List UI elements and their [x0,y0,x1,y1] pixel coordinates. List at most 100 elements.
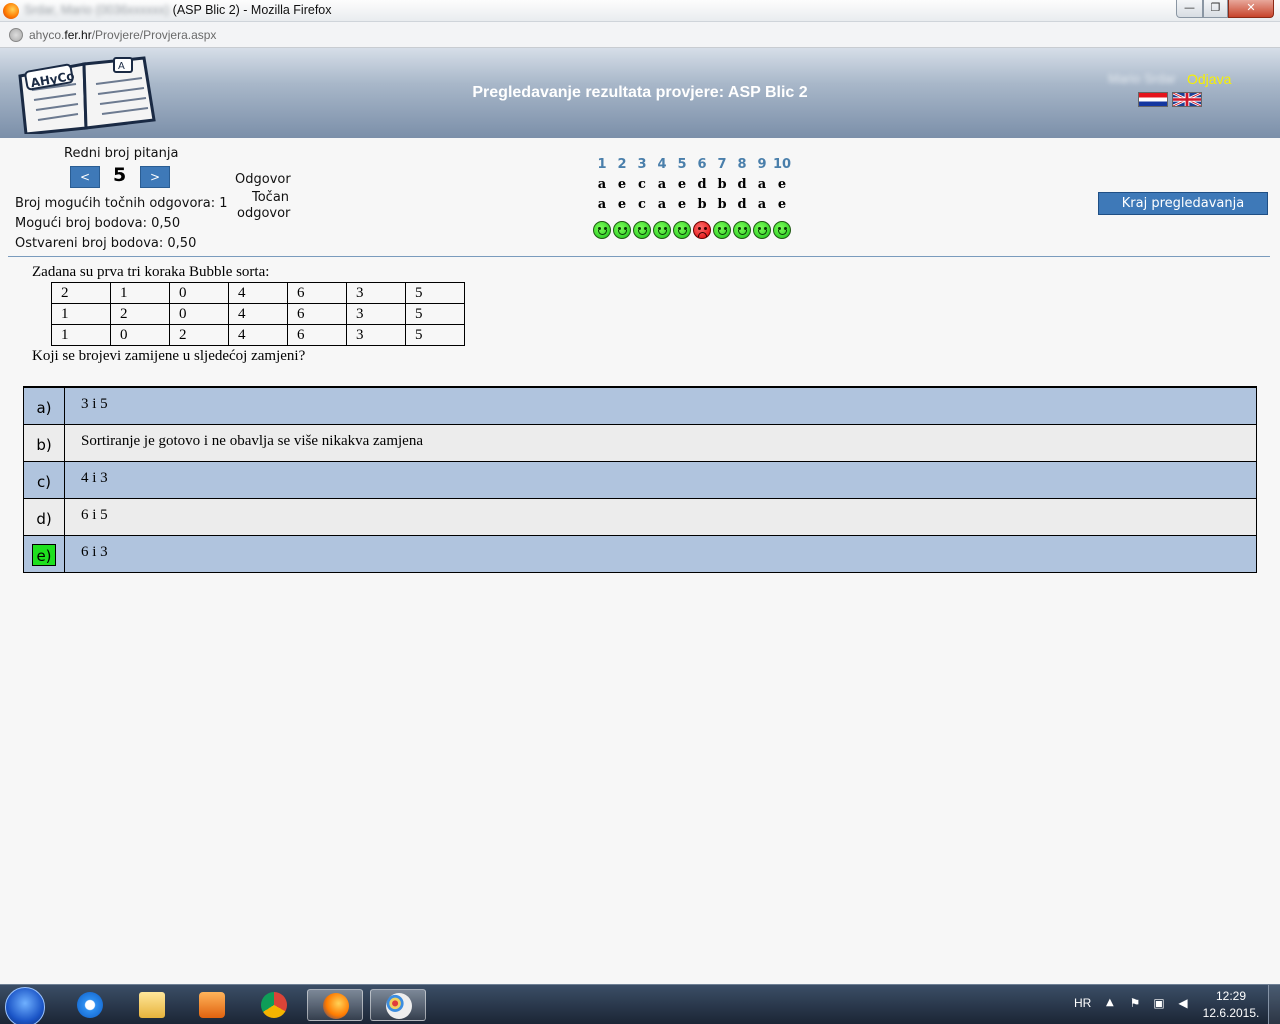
taskbar-firefox[interactable] [307,989,363,1021]
volume-muted-icon[interactable]: ◀ [1176,996,1190,1010]
summary-correct-answer: d [737,197,747,212]
answer-option-d[interactable]: d) 6 i 5 [24,499,1256,536]
paint-icon [386,993,412,1019]
smiley-correct-icon [753,221,771,239]
steps-cell: 3 [346,282,406,304]
url-prefix: ahyco. [29,28,65,42]
steps-cell: 0 [169,303,229,325]
summary-correct-answer: a [757,197,767,212]
start-button[interactable] [5,987,45,1024]
show-desktop-button[interactable] [1268,985,1280,1024]
summary-question-number[interactable]: 7 [712,157,732,172]
tray-expand-icon[interactable]: ▲ [1106,997,1114,1008]
answer-letter: d) [24,499,65,535]
possible-points: Mogući broj bodova: 0,50 [15,216,181,231]
summary-question-number[interactable]: 4 [652,157,672,172]
steps-cell: 2 [169,324,229,346]
summary-question-number[interactable]: 10 [772,157,792,172]
summary-correct-answer: a [657,197,667,212]
steps-cell: 3 [346,324,406,346]
steps-cell: 4 [228,324,288,346]
summary-question-number[interactable]: 5 [672,157,692,172]
smiley-correct-icon [713,221,731,239]
summary-given-answer: d [737,177,747,192]
steps-cell: 5 [405,303,465,325]
answer-text: 4 i 3 [81,470,108,486]
taskbar-chrome[interactable] [246,989,302,1021]
taskbar-paint[interactable] [370,989,426,1021]
steps-cell: 0 [169,282,229,304]
croatian-flag-icon[interactable] [1138,92,1168,107]
steps-row: 1024635 [51,324,465,346]
language-indicator[interactable]: HR [1074,996,1091,1010]
question-text: Koji se brojevi zamijene u sljedećoj zam… [32,348,306,364]
summary-question-number[interactable]: 3 [632,157,652,172]
folder-icon [139,992,165,1018]
smiley-mouth [658,230,667,235]
taskbar-media-player[interactable] [184,989,240,1021]
selected-answer-marker: e) [32,544,56,566]
smiley-correct-icon [613,221,631,239]
steps-cell: 4 [228,303,288,325]
answer-row-label: Odgovor [235,172,291,187]
question-number-label: Redni broj pitanja [64,146,179,161]
clock-date[interactable]: 12.6.2015. [1200,1006,1262,1020]
summary-question-number[interactable]: 2 [612,157,632,172]
previous-question-button[interactable]: < [70,166,100,188]
url-text[interactable]: ahyco.fer.hr/Provjere/Provjera.aspx [29,28,216,42]
answer-letter-text: c) [36,473,52,491]
window-title-user: Srdar, Mario (0036xxxxxx) [24,3,170,17]
next-question-button[interactable]: > [140,166,170,188]
taskbar-explorer[interactable] [124,989,180,1021]
smiley-wrong-icon [693,221,711,239]
address-bar[interactable]: ahyco.fer.hr/Provjere/Provjera.aspx [0,22,1280,48]
answer-option-a[interactable]: a) 3 i 5 [24,388,1256,425]
summary-given-answer: d [697,177,707,192]
answer-option-b[interactable]: b) Sortiranje je gotovo i ne obavlja se v… [24,425,1256,462]
summary-given-answer: e [677,177,687,192]
answer-letter-text: d) [36,510,52,528]
close-button[interactable]: ✕ [1228,0,1274,18]
clock-time[interactable]: 12:29 [1200,989,1262,1003]
steps-cell: 5 [405,282,465,304]
page-title: Pregledavanje rezultata provjere: ASP Bl… [472,84,808,101]
logout-link[interactable]: Odjava [1187,71,1231,87]
smiley-mouth [718,230,727,235]
answer-letter: c) [24,462,65,498]
smiley-mouth [698,232,707,237]
summary-question-number[interactable]: 6 [692,157,712,172]
steps-cell: 1 [51,324,111,346]
answer-option-c[interactable]: c) 4 i 3 [24,462,1256,499]
steps-row: 2104635 [51,282,465,304]
smiley-correct-icon [633,221,651,239]
minimize-button[interactable]: — [1176,0,1203,18]
answer-letter: e) [24,536,65,572]
answer-option-e[interactable]: e) 6 i 3 [24,536,1256,573]
steps-cell: 6 [287,303,347,325]
answer-letter-text: a) [36,399,52,417]
window-title: Srdar, Mario (0036xxxxxx) (ASP Blic 2) -… [24,3,332,17]
answers-table: a) 3 i 5 b) Sortiranje je gotovo i ne obavl… [23,386,1257,573]
correct-answer-row-label-1: Točan [252,190,290,205]
summary-given-answer: b [717,177,727,192]
summary-question-number[interactable]: 1 [592,157,612,172]
summary-given-answer: a [597,177,607,192]
summary-question-number[interactable]: 8 [732,157,752,172]
summary-question-number[interactable]: 9 [752,157,772,172]
window-title-bar: Srdar, Mario (0036xxxxxx) (ASP Blic 2) -… [0,0,1280,22]
bubble-sort-steps-table: 210463512046351024635 [51,282,465,346]
steps-cell: 1 [51,303,111,325]
network-icon[interactable]: ▣ [1152,996,1166,1010]
end-review-button[interactable]: Kraj pregledavanja [1098,192,1268,215]
summary-correct-answer: e [617,197,627,212]
steps-cell: 5 [405,324,465,346]
summary-correct-answer: b [717,197,727,212]
restore-button[interactable]: ❐ [1203,0,1228,18]
answer-text: Sortiranje je gotovo i ne obavlja se viš… [81,433,423,449]
media-player-icon [199,992,225,1018]
summary-given-answer: e [617,177,627,192]
correct-answer-row-label-2: odgovor [237,206,291,221]
uk-flag-icon[interactable] [1172,92,1202,107]
action-center-flag-icon[interactable]: ⚑ [1128,996,1142,1010]
taskbar-ie[interactable] [62,989,118,1021]
